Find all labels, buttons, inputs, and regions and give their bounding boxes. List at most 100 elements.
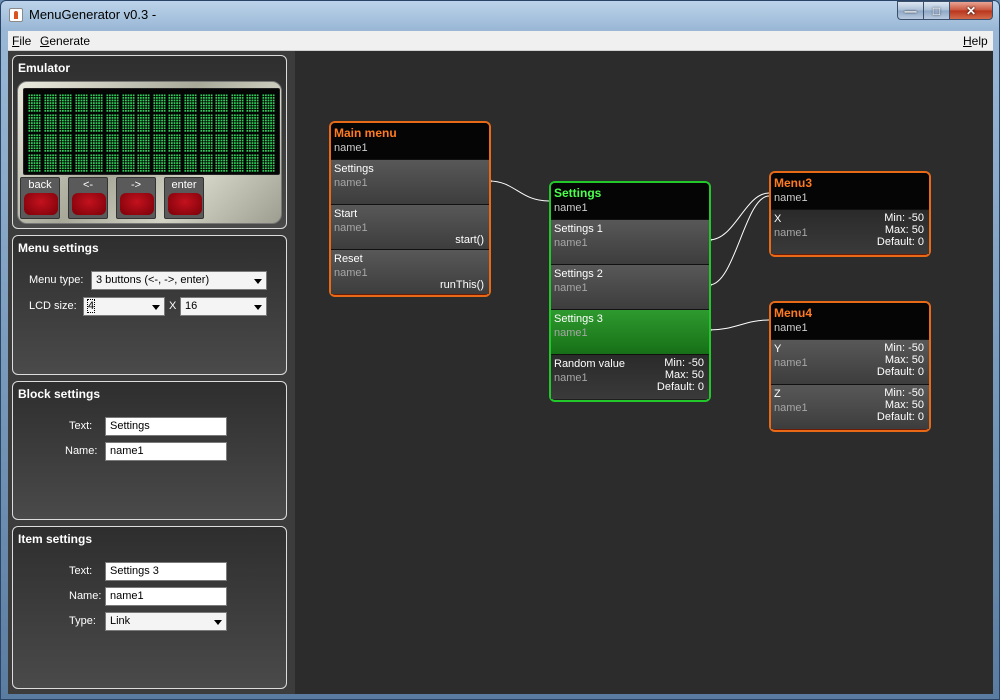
block-header: Main menu name1 xyxy=(331,123,489,159)
close-button[interactable]: ✕ xyxy=(949,1,993,20)
item-max: Max: 50 xyxy=(884,354,924,366)
item-text-label: Text: xyxy=(69,565,93,577)
lcd-char-cell xyxy=(137,154,151,172)
item-text: Settings 1 xyxy=(554,223,603,235)
minimize-icon: — xyxy=(904,3,917,18)
menu-generate-label: enerate xyxy=(49,34,91,48)
block-item-reset[interactable]: Reset name1 runThis() xyxy=(331,249,489,294)
minimize-button[interactable]: — xyxy=(897,1,923,20)
lcd-char-cell xyxy=(215,94,229,112)
block-title: Menu4 xyxy=(774,306,813,320)
lcd-rows-select[interactable]: 4 xyxy=(83,297,165,316)
menu-settings-title: Menu settings xyxy=(18,241,99,255)
lcd-char-cell xyxy=(90,154,104,172)
block-item-z[interactable]: Z name1 Min: -50 Max: 50 Default: 0 xyxy=(771,384,929,429)
emu-enter-button[interactable]: enter xyxy=(164,177,204,219)
lcd-char-cell xyxy=(106,134,119,152)
lcd-cols-select[interactable]: 16 xyxy=(180,297,267,316)
item-settings-panel: Item settings Text: Settings 3 Name: nam… xyxy=(12,526,287,689)
item-default: Default: 0 xyxy=(876,411,924,423)
window-title: MenuGenerator v0.3 - xyxy=(29,7,157,22)
item-type-select[interactable]: Link xyxy=(105,612,227,631)
block-name-field[interactable]: name1 xyxy=(105,442,227,461)
item-text: Reset xyxy=(334,253,363,265)
chevron-down-icon xyxy=(214,620,222,625)
menu-help[interactable]: Help xyxy=(963,34,988,48)
lcd-char-cell xyxy=(137,134,151,152)
lcd-char-cell xyxy=(262,134,275,152)
wire-mainmenu-settings xyxy=(488,180,550,202)
lcd-char-cell xyxy=(262,94,275,112)
emu-back-button[interactable]: back xyxy=(20,177,60,219)
item-name: name1 xyxy=(554,237,588,249)
lcd-char-cell xyxy=(121,154,135,172)
block-item-settings-3-selected[interactable]: Settings 3 name1 xyxy=(551,309,709,354)
lcd-char-cell xyxy=(43,154,57,172)
menu-type-select[interactable]: 3 buttons (<-, ->, enter) xyxy=(91,271,267,290)
title-bar[interactable]: MenuGenerator v0.3 - — □ ✕ xyxy=(1,1,999,29)
block-menu3[interactable]: Menu3 name1 X name1 Min: -50 Max: 50 Def… xyxy=(769,171,931,257)
lcd-char-cell xyxy=(90,134,104,152)
menu-settings-panel: Menu settings Menu type: 3 buttons (<-, … xyxy=(12,235,287,375)
menu-bar: File Generate Help xyxy=(8,31,993,51)
lcd-cols-value: 16 xyxy=(185,300,198,312)
lcd-char-cell xyxy=(137,94,151,112)
lcd-char-cell xyxy=(230,114,244,132)
block-header: Menu4 name1 xyxy=(771,303,929,339)
lcd-char-cell xyxy=(246,94,260,112)
block-title: Settings xyxy=(554,186,602,200)
block-settings-panel: Block settings Text: Settings Name: name… xyxy=(12,381,287,520)
lcd-char-cell xyxy=(230,154,244,172)
menu-help-mnemonic: H xyxy=(963,34,972,48)
emu-enter-red-key xyxy=(168,193,202,215)
emu-right-button[interactable]: -> xyxy=(116,177,156,219)
wire-settings3-menu4 xyxy=(708,319,770,331)
item-name-field[interactable]: name1 xyxy=(105,587,227,606)
lcd-char-cell xyxy=(168,134,182,152)
block-item-start[interactable]: Start name1 start() xyxy=(331,204,489,249)
block-name: name1 xyxy=(334,142,368,154)
item-value-range: Min: -50 Max: 50 Default: 0 xyxy=(877,387,924,423)
emu-left-label: <- xyxy=(82,179,94,191)
block-text-label: Text: xyxy=(69,420,93,432)
menu-generate-mnemonic: G xyxy=(40,34,50,48)
lcd-char-cell xyxy=(199,134,213,152)
item-text-field[interactable]: Settings 3 xyxy=(105,562,227,581)
block-item-settings[interactable]: Settings name1 xyxy=(331,159,489,204)
block-item-settings-1[interactable]: Settings 1 name1 xyxy=(551,219,709,264)
block-text-field[interactable]: Settings xyxy=(105,417,227,436)
item-name: name1 xyxy=(334,267,368,279)
block-title: Main menu xyxy=(334,126,397,140)
block-main-menu[interactable]: Main menu name1 Settings name1 Start nam… xyxy=(329,121,491,297)
lcd-char-cell xyxy=(74,134,88,152)
node-canvas[interactable]: Main menu name1 Settings name1 Start nam… xyxy=(295,51,993,694)
block-item-random-value[interactable]: Random value name1 Min: -50 Max: 50 Defa… xyxy=(551,354,709,399)
lcd-char-cell xyxy=(106,114,119,132)
menu-generate[interactable]: Generate xyxy=(40,34,90,48)
block-item-settings-2[interactable]: Settings 2 name1 xyxy=(551,264,709,309)
block-header: Settings name1 xyxy=(551,183,709,219)
lcd-char-cell xyxy=(74,154,88,172)
maximize-button[interactable]: □ xyxy=(923,1,949,20)
lcd-char-cell xyxy=(43,134,57,152)
lcd-char-cell xyxy=(121,114,135,132)
block-item-y[interactable]: Y name1 Min: -50 Max: 50 Default: 0 xyxy=(771,339,929,384)
menu-file[interactable]: File xyxy=(12,34,31,48)
block-settings[interactable]: Settings name1 Settings 1 name1 Settings… xyxy=(549,181,711,402)
item-min: Min: -50 xyxy=(884,342,924,354)
maximize-icon: □ xyxy=(932,3,941,18)
emu-left-button[interactable]: <- xyxy=(68,177,108,219)
emu-back-label: back xyxy=(28,179,52,191)
lcd-char-cell xyxy=(246,134,260,152)
lcd-rows-value: 4 xyxy=(86,299,96,313)
wire-settings2-menu3 xyxy=(708,195,770,286)
lcd-char-cell xyxy=(199,94,213,112)
lcd-char-cell xyxy=(199,114,213,132)
block-name: name1 xyxy=(554,202,588,214)
block-item-x[interactable]: X name1 Min: -50 Max: 50 Default: 0 xyxy=(771,209,929,254)
lcd-char-cell xyxy=(230,134,244,152)
lcd-char-cell xyxy=(121,94,135,112)
item-text: Settings xyxy=(334,163,374,175)
block-menu4[interactable]: Menu4 name1 Y name1 Min: -50 Max: 50 Def… xyxy=(769,301,931,432)
item-name: name1 xyxy=(554,327,588,339)
